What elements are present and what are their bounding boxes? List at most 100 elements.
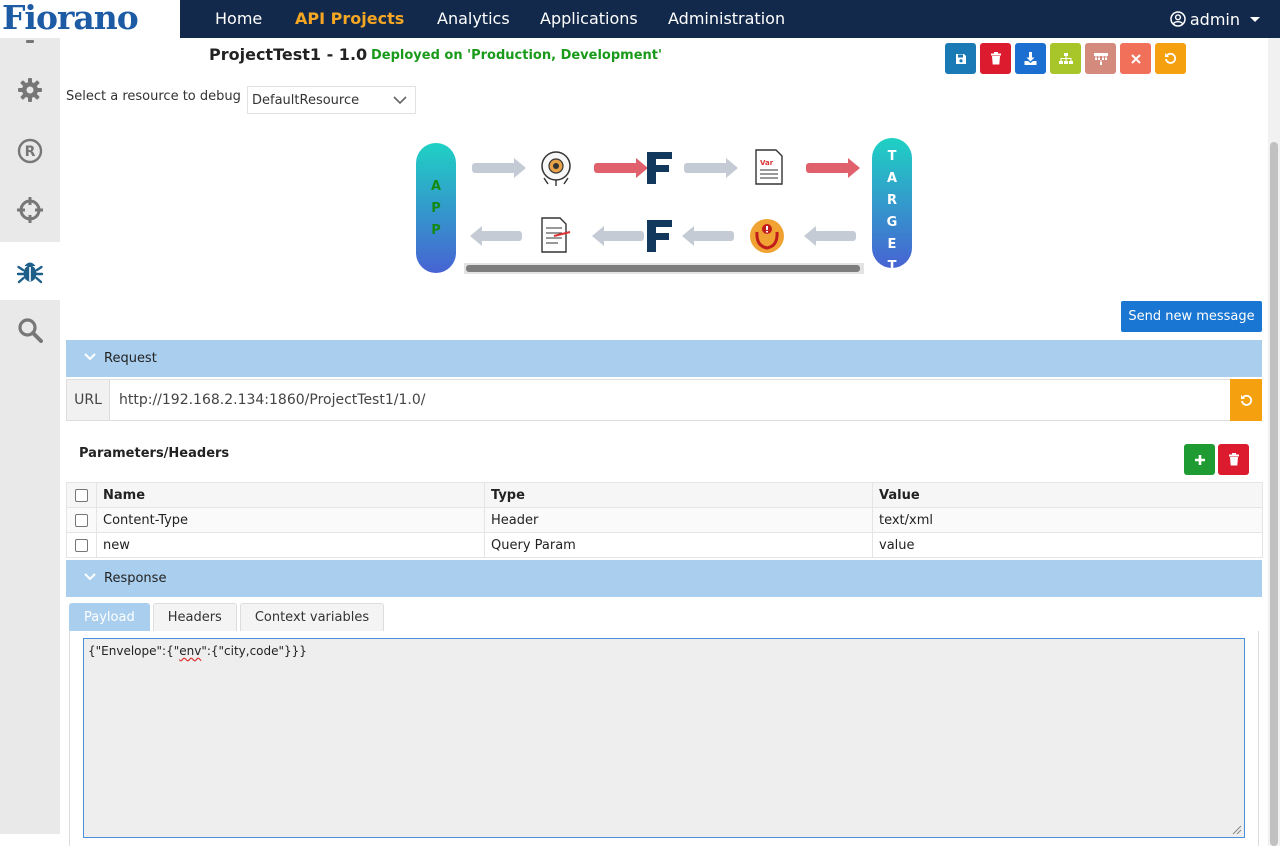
save-button[interactable] — [945, 43, 976, 74]
page-scrollbar[interactable] — [1268, 38, 1280, 846]
app-letter: P — [431, 201, 441, 216]
url-label: URL — [67, 380, 110, 420]
nav-analytics[interactable]: Analytics — [437, 0, 510, 38]
tab-headers[interactable]: Headers — [152, 603, 237, 631]
params-table: Name Type Value Content-Type Header text… — [66, 482, 1263, 558]
sidebar-item-target[interactable] — [0, 181, 60, 239]
resource-select-value: DefaultResource — [252, 93, 360, 108]
row-checkbox[interactable] — [75, 513, 88, 527]
column-header-type: Type — [484, 482, 873, 508]
param-value: text/xml — [872, 507, 1263, 533]
table-header-row: Name Type Value — [66, 482, 1263, 508]
undo-icon — [1240, 394, 1252, 406]
url-reset-button[interactable] — [1230, 379, 1262, 421]
row-select-cell — [66, 532, 97, 558]
hierarchy-button[interactable] — [1050, 43, 1081, 74]
delete-button[interactable] — [980, 43, 1011, 74]
url-input-group: URL http://192.168.2.134:1860/ProjectTes… — [66, 379, 1262, 421]
target-letter: A — [886, 171, 898, 186]
column-header-name: Name — [96, 482, 485, 508]
plus-icon — [1194, 454, 1205, 465]
close-button[interactable] — [1120, 43, 1151, 74]
sidebar-item-registry[interactable]: R — [0, 122, 60, 180]
response-section-label: Response — [104, 571, 167, 586]
select-all-checkbox[interactable] — [75, 488, 88, 502]
app-letter: A — [430, 179, 442, 194]
payload-text-suffix: ":{"city,code"}}} — [201, 644, 307, 658]
param-type: Query Param — [484, 532, 873, 558]
user-menu[interactable]: admin — [1170, 0, 1260, 38]
network-icon — [1093, 52, 1108, 65]
flow-arrow-left — [804, 226, 856, 246]
page-title: ProjectTest1 - 1.0 — [209, 45, 368, 64]
select-all-cell — [66, 482, 97, 508]
tab-context-variables[interactable]: Context variables — [239, 603, 385, 631]
sidebar-item-partial[interactable] — [0, 16, 60, 46]
payload-textarea[interactable]: {"Envelope":{"env":{"city,code"}}} — [83, 638, 1245, 838]
response-tabs: Payload Headers Context variables — [69, 603, 385, 631]
nav-api-projects[interactable]: API Projects — [295, 0, 404, 38]
scrollbar-thumb[interactable] — [1270, 142, 1278, 846]
param-name: new — [96, 532, 485, 558]
variable-document-icon: Var — [755, 149, 783, 185]
target-letter: R — [886, 193, 897, 208]
flow-arrow-left — [470, 226, 522, 246]
url-input[interactable]: http://192.168.2.134:1860/ProjectTest1/1… — [119, 392, 425, 408]
payload-text-env: env — [179, 644, 202, 658]
param-name: Content-Type — [96, 507, 485, 533]
send-new-message-button[interactable]: Send new message — [1121, 301, 1262, 332]
registered-icon: R — [17, 138, 43, 164]
target-letter: G — [886, 215, 898, 230]
flow-arrow-left — [682, 226, 734, 246]
chevron-down-icon — [84, 573, 96, 581]
svg-text:Var: Var — [760, 159, 774, 167]
nav-applications[interactable]: Applications — [540, 0, 638, 38]
table-row[interactable]: new Query Param value — [66, 532, 1263, 558]
chevron-down-icon — [84, 353, 96, 361]
param-type: Header — [484, 507, 873, 533]
resource-select[interactable]: DefaultResource — [247, 86, 416, 114]
resize-handle-icon[interactable] — [1230, 823, 1242, 835]
row-select-cell — [66, 507, 97, 533]
download-button[interactable] — [1015, 43, 1046, 74]
request-section-label: Request — [104, 351, 157, 366]
payload-text-prefix: {"Envelope":{" — [88, 644, 180, 658]
add-param-button[interactable] — [1184, 444, 1215, 475]
flow-app-node[interactable]: A P P — [416, 143, 456, 273]
target-letter: E — [887, 237, 897, 252]
flow-arrow-right — [472, 158, 526, 178]
table-row[interactable]: Content-Type Header text/xml — [66, 507, 1263, 533]
params-title: Parameters/Headers — [79, 446, 230, 461]
download-icon — [1024, 52, 1037, 65]
reset-button[interactable] — [1155, 43, 1186, 74]
target-letter: T — [887, 149, 897, 164]
undo-icon — [1165, 52, 1177, 64]
crosshair-icon — [17, 197, 43, 223]
nav-home[interactable]: Home — [215, 0, 262, 38]
sidebar: R — [0, 38, 60, 834]
trash-icon — [1228, 453, 1239, 466]
flow-scrollbar-thumb[interactable] — [466, 265, 860, 272]
sidebar-item-search[interactable] — [0, 301, 60, 359]
project-toolbar — [945, 43, 1186, 74]
param-value: value — [872, 532, 1263, 558]
policy-gear-icon — [541, 151, 571, 186]
request-section-header[interactable]: Request — [66, 340, 1262, 377]
top-navbar: Fiorano Home API Projects Analytics Appl… — [0, 0, 1280, 38]
tab-payload[interactable]: Payload — [69, 603, 150, 631]
sidebar-item-debug[interactable] — [0, 242, 60, 300]
nav-administration[interactable]: Administration — [668, 0, 785, 38]
flow-horizontal-scrollbar[interactable] — [464, 263, 864, 274]
edit-document-icon — [541, 217, 571, 253]
network-button[interactable] — [1085, 43, 1116, 74]
sitemap-icon — [1058, 52, 1073, 64]
delete-param-button[interactable] — [1218, 444, 1249, 475]
flow-arrow-right — [684, 158, 738, 178]
sidebar-item-settings[interactable] — [0, 61, 60, 119]
error-handler-icon — [750, 219, 784, 253]
flow-target-node[interactable]: T A R G E T — [872, 138, 912, 268]
row-checkbox[interactable] — [75, 538, 88, 552]
app-letter: P — [431, 223, 441, 238]
svg-text:R: R — [25, 144, 36, 160]
response-section-header[interactable]: Response — [66, 560, 1262, 597]
